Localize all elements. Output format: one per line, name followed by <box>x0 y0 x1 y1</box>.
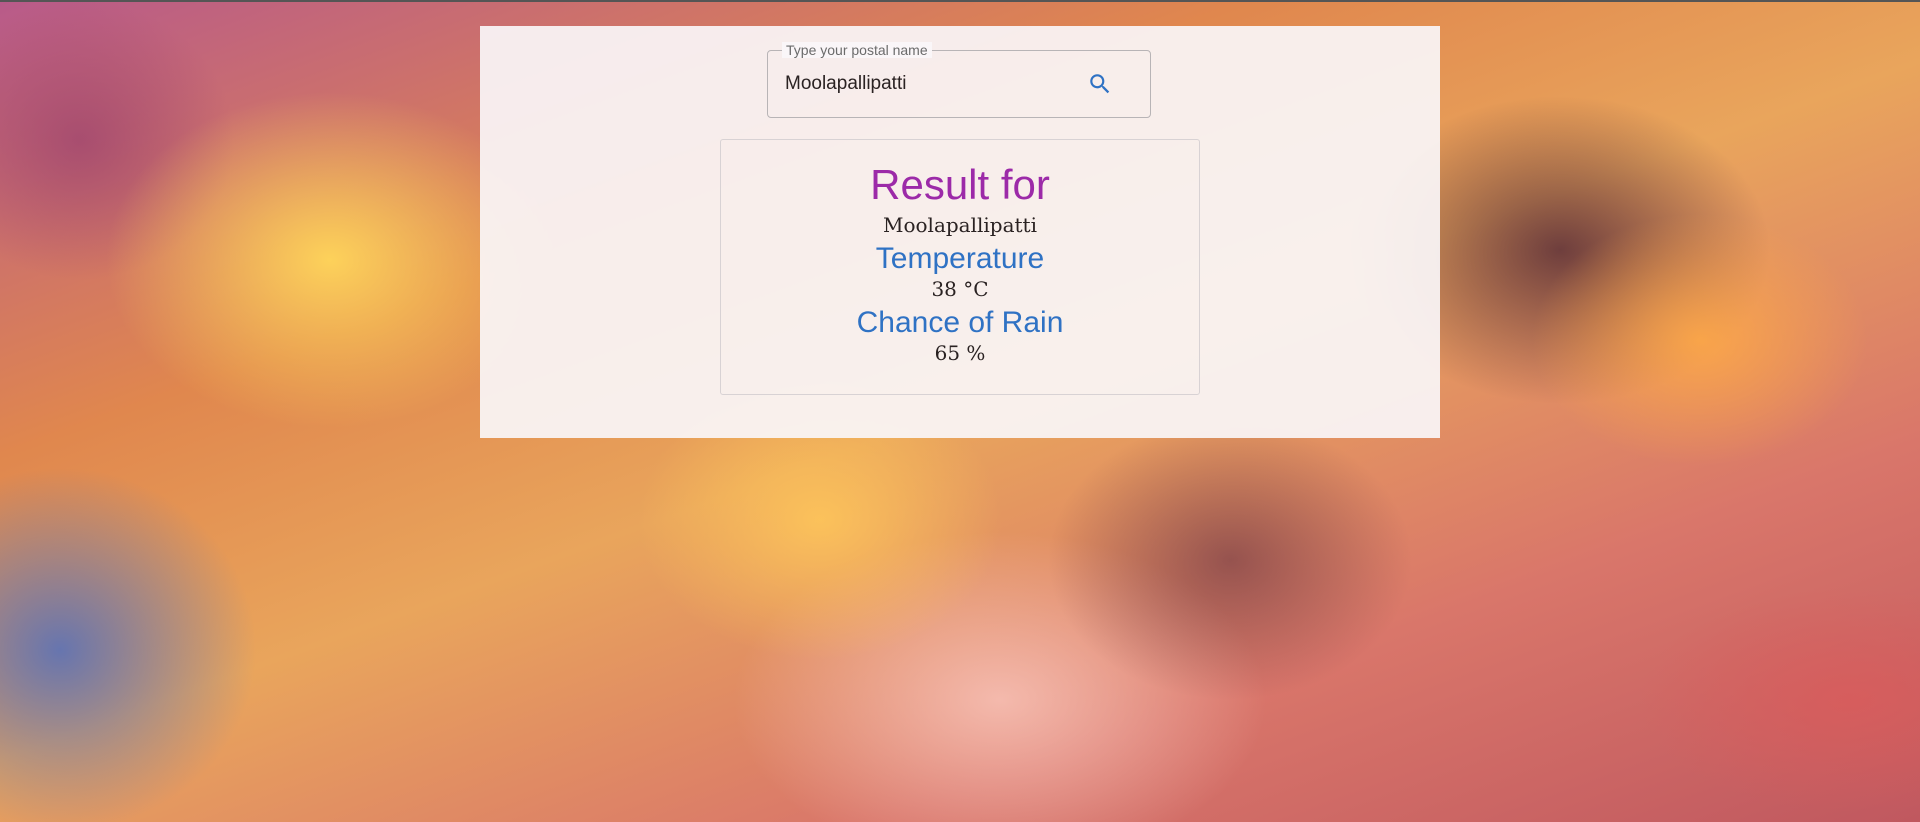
weather-panel: Type your postal name Result for Moolapa… <box>480 26 1440 438</box>
search-icon <box>1090 74 1110 94</box>
temperature-heading: Temperature <box>875 242 1045 275</box>
search-field-label: Type your postal name <box>782 42 932 58</box>
rain-value: 65 % <box>934 341 986 365</box>
postal-name-input[interactable] <box>785 71 1065 97</box>
result-card: Result for Moolapallipatti Temperature 3… <box>720 139 1200 395</box>
rain-heading: Chance of Rain <box>856 306 1064 339</box>
result-title: Result for <box>870 161 1050 208</box>
result-place: Moolapallipatti <box>883 213 1037 237</box>
top-border <box>0 0 1920 2</box>
temperature-value: 38 °C <box>931 277 989 301</box>
search-button[interactable] <box>1078 62 1122 106</box>
postal-search-field[interactable]: Type your postal name <box>767 42 1151 118</box>
